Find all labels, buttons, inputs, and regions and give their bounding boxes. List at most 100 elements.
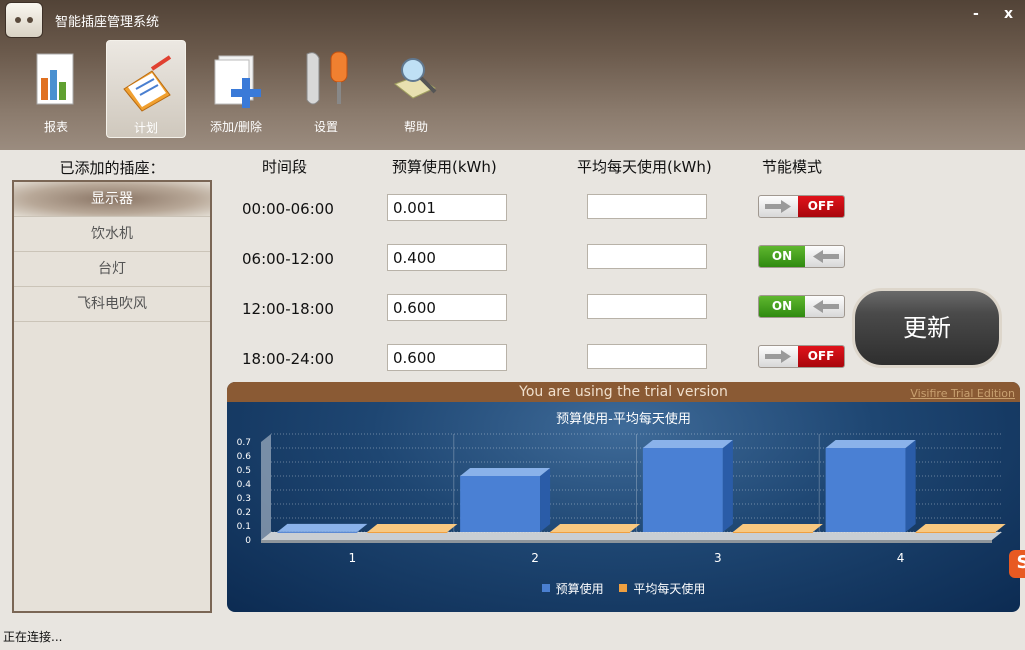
plan-icon [123,55,172,112]
arrow-left-icon [813,250,839,263]
legend-swatch [619,584,628,592]
bar-budget [642,440,733,532]
toolbar-add-remove-button[interactable]: 添加/删除 [196,40,276,138]
chart-panel: You are using the trial version Visifire… [227,382,1020,612]
bar-budget [825,440,916,532]
toolbar-add-remove-label: 添加/删除 [209,120,263,134]
bar-avg [367,524,458,533]
socket-logo-icon [5,2,43,38]
avg-field[interactable] [587,194,707,219]
toolbar-report-button[interactable]: 报表 [16,40,96,138]
minimize-button[interactable]: - [973,6,979,22]
bar-budget-side [722,440,733,532]
bar-chart: 0 0.1 0.2 0.3 0.4 0.5 0.6 0.7 1 2 3 4 [237,433,1006,565]
bar-budget-top [460,468,551,476]
period-label: 12:00-18:00 [242,300,334,318]
period-label: 06:00-12:00 [242,250,334,268]
toolbar-settings-button[interactable]: 设置 [286,40,366,138]
add-remove-icon [214,55,261,108]
legend-label: 平均每天使用 [633,582,706,596]
budget-input[interactable] [387,244,507,271]
bar-budget-top [825,440,916,448]
socket-item-water-dispenser[interactable]: 饮水机 [14,217,210,252]
bar-budget-top [277,523,368,532]
x-tick-label: 1 [349,551,357,565]
energy-mode-toggle[interactable]: OFF [758,345,845,368]
legend-item: 平均每天使用 [619,580,705,597]
arrow-right-icon [765,200,791,213]
close-button[interactable]: x [1004,6,1013,22]
bar-avg-top [915,524,1006,532]
x-tick-label: 4 [897,551,905,565]
energy-mode-toggle[interactable]: ON [758,295,845,318]
avg-field[interactable] [587,244,707,269]
bar-avg-top [367,524,458,532]
toolbar-help-label: 帮助 [403,120,428,134]
header: 智能插座管理系统 - x 报表 计划 添加/删除 设置 帮助 [0,0,1025,150]
bar-avg [732,524,823,533]
budget-input[interactable] [387,344,507,371]
chart-side-wall [261,434,271,540]
socket-item-desk-lamp[interactable]: 台灯 [14,252,210,287]
y-tick-label: 0.2 [237,508,251,518]
y-tick-label: 0.1 [237,522,251,532]
toolbar-settings-label: 设置 [313,120,338,134]
status-text: 正在连接... [3,630,63,644]
bar-avg-top [732,524,823,532]
chart-floor [261,532,1002,540]
budget-input[interactable] [387,294,507,321]
y-tick-label: 0.6 [237,452,252,462]
bar-budget [460,468,551,532]
header-mode: 节能模式 [762,158,823,176]
legend-swatch [541,584,550,592]
header-avg: 平均每天使用(kWh) [577,158,712,176]
bar-avg-front [915,532,996,533]
app-title: 智能插座管理系统 [55,15,160,30]
socket-item-hair-dryer[interactable]: 飞科电吹风 [14,287,210,322]
budget-input[interactable] [387,194,507,221]
toggle-off-label: OFF [798,196,844,217]
update-button[interactable]: 更新 [852,288,1002,368]
energy-mode-toggle[interactable]: ON [758,245,845,268]
help-icon [393,58,437,99]
period-label: 18:00-24:00 [242,350,334,368]
x-tick-label: 3 [714,551,722,565]
bar-avg [550,524,641,533]
period-label: 00:00-06:00 [242,200,334,218]
bar-budget-front [642,448,723,532]
energy-mode-toggle[interactable]: OFF [758,195,845,218]
bar-avg-front [732,532,813,533]
toggle-on-label: ON [759,246,805,267]
app-tray-icon: S [1009,550,1025,578]
bar-budget-front [825,448,906,532]
arrow-right-icon [765,350,791,363]
header-budget: 预算使用(kWh) [392,158,497,176]
avg-field[interactable] [587,294,707,319]
socket-item-monitor[interactable]: 显示器 [14,182,210,217]
toggle-on-label: ON [759,296,805,317]
settings-icon [306,51,348,105]
toolbar-help-button[interactable]: 帮助 [376,40,456,138]
bar-budget-front [460,476,541,532]
toggle-off-label: OFF [798,346,844,367]
chart-legend: 预算使用 平均每天使用 [227,580,1020,597]
toolbar-plan-button[interactable]: 计划 [106,40,186,138]
chart-floor-edge [261,540,992,543]
y-tick-label: 0.5 [237,466,251,476]
legend-item: 预算使用 [541,580,604,597]
y-tick-label: 0.7 [237,438,251,448]
bar-budget-side [540,468,551,532]
y-tick-label: 0.3 [237,494,251,504]
y-tick-label: 0 [245,536,251,546]
avg-field[interactable] [587,344,707,369]
arrow-left-icon [813,300,839,313]
bar-avg-front [550,532,631,533]
legend-label: 预算使用 [555,582,604,596]
toolbar-plan-label: 计划 [133,121,158,135]
y-tick-label: 0.4 [237,480,252,490]
bar-avg-front [367,532,448,533]
toolbar-report-label: 报表 [43,120,68,134]
report-icon [36,53,74,105]
bar-budget [277,523,368,533]
sidebar-title: 已添加的插座： [59,159,165,177]
